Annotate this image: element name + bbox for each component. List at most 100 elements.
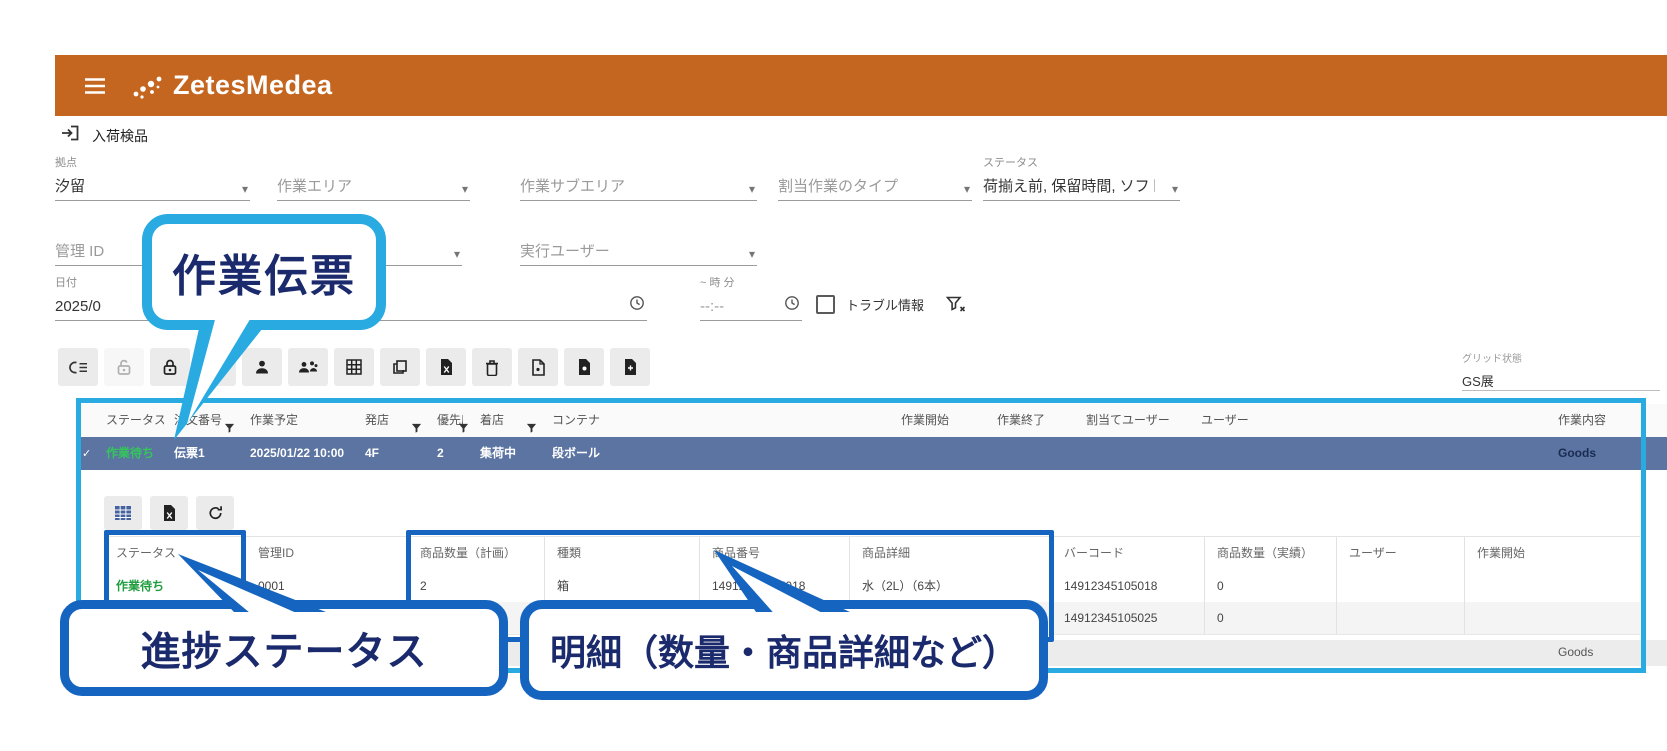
cell-origin: 4F — [355, 437, 427, 470]
users-button[interactable] — [288, 348, 328, 386]
col-destination[interactable]: 着店 — [470, 404, 542, 437]
chevron-down-icon — [749, 182, 755, 196]
filter-funnel-icon[interactable] — [411, 414, 422, 437]
trouble-info-checkbox[interactable] — [816, 295, 835, 314]
cell-work-end — [987, 437, 1076, 470]
user-button[interactable] — [242, 348, 282, 386]
unlock-button[interactable] — [104, 348, 144, 386]
detail-items-callout: 明細（数量・商品詳細など） — [520, 600, 1048, 700]
site-label: 拠点 — [55, 157, 250, 170]
col-user[interactable]: ユーザー — [1191, 404, 1548, 437]
col-priority[interactable]: 優先度 — [427, 404, 470, 437]
clock-icon[interactable] — [629, 295, 645, 316]
app-header: ZetesMedea — [55, 55, 1667, 116]
cell-admin-id: 0001 — [246, 570, 408, 602]
filter-funnel-icon[interactable] — [224, 414, 235, 437]
cell-container: 段ボール — [542, 437, 891, 470]
exec-user-select[interactable]: 実行ユーザー — [520, 222, 757, 266]
filter-funnel-icon[interactable] — [526, 414, 537, 437]
cell-work-start — [891, 437, 987, 470]
refresh-button[interactable] — [196, 496, 234, 530]
cell-kind: 箱 — [545, 570, 700, 602]
copy-button[interactable] — [380, 348, 420, 386]
chevron-down-icon — [964, 182, 970, 196]
file-excel-button[interactable] — [426, 348, 466, 386]
col-item-user[interactable]: ユーザー — [1337, 537, 1465, 571]
orders-toolbar — [58, 348, 650, 386]
clock-icon[interactable] — [784, 295, 800, 316]
exec-user-placeholder: 実行ユーザー — [520, 242, 757, 262]
col-work-start[interactable]: 作業開始 — [891, 404, 987, 437]
col-assigned-user[interactable]: 割当てユーザー — [1076, 404, 1191, 437]
cell-barcode: 14912345105025 — [1052, 602, 1205, 634]
col-scheduled[interactable]: 作業予定 — [240, 404, 355, 437]
filter-clear-icon[interactable] — [946, 296, 966, 313]
grid-state-label: グリッド状態 — [1462, 350, 1660, 365]
cell-status: 作業待ち — [100, 437, 164, 470]
col-item-status[interactable]: ステータス — [104, 537, 246, 571]
file-button[interactable] — [518, 348, 558, 386]
file-dark-button[interactable] — [564, 348, 604, 386]
status-select[interactable]: ステータス 荷揃え前, 保留時間, ソフト... — [983, 157, 1180, 201]
cell-user — [1191, 437, 1548, 470]
grid-state-select[interactable]: グリッド状態 GS展 — [1462, 350, 1660, 391]
time-range-input[interactable]: ~ 時 分 --:-- — [700, 277, 802, 321]
list-settings-button[interactable] — [58, 348, 98, 386]
work-subarea-select[interactable]: 作業サブエリア — [520, 157, 757, 201]
col-item-detail[interactable]: 商品詳細 — [850, 537, 1052, 571]
chevron-down-icon — [1172, 182, 1178, 196]
col-qty-planned[interactable]: 商品数量（計画） — [408, 537, 545, 571]
cell-assigned-user — [1076, 437, 1191, 470]
screen: ZetesMedea 入荷検品 拠点 汐留 作業エリア 作業サブエリア 割当作業… — [0, 0, 1667, 751]
chevron-down-icon — [749, 247, 755, 261]
cell-order-no: 伝票1 — [164, 437, 240, 470]
zetes-logo-icon — [129, 71, 165, 101]
grid-button[interactable] — [334, 348, 374, 386]
site-select[interactable]: 拠点 汐留 — [55, 157, 250, 201]
chevron-down-icon — [454, 247, 460, 261]
status-label: ステータス — [983, 157, 1180, 170]
grid-state-value: GS展 — [1462, 371, 1660, 390]
trouble-info-row: トラブル情報 — [816, 295, 966, 314]
site-value: 汐留 — [55, 177, 250, 197]
work-subarea-placeholder: 作業サブエリア — [520, 177, 757, 197]
work-area-select[interactable]: 作業エリア — [277, 157, 470, 201]
cell-item-detail: 水（2L）（6本） — [850, 570, 1052, 602]
col-work-content[interactable]: 作業内容 — [1548, 404, 1667, 437]
detail-items-callout-text: 明細（数量・商品詳細など） — [550, 624, 1018, 676]
cell-item-user — [1337, 570, 1465, 602]
col-status[interactable]: ステータス — [100, 404, 164, 437]
cell-item-work-start — [1465, 570, 1640, 602]
col-order-no[interactable]: 注文番号 — [164, 404, 240, 437]
item-row[interactable]: 作業待ち 0001 2 箱 14912345105018 水（2L）（6本） 1… — [104, 570, 1640, 603]
receiving-icon — [60, 124, 80, 147]
order-row-selected[interactable]: ✓ 作業待ち 伝票1 2025/01/22 10:00 4F 2 集荷中 段ボー… — [78, 437, 1667, 470]
cell-qty-planned: 2 — [408, 570, 545, 602]
filter-funnel-icon[interactable] — [458, 414, 469, 437]
cell-item-status: 作業待ち — [104, 570, 246, 602]
col-item-work-start[interactable]: 作業開始 — [1465, 537, 1640, 571]
chevron-down-icon — [462, 182, 468, 196]
col-container[interactable]: コンテナ — [542, 404, 891, 437]
col-origin[interactable]: 発店 — [355, 404, 427, 437]
col-barcode[interactable]: バーコード — [1052, 537, 1205, 571]
cell-item-work-start — [1465, 602, 1640, 634]
col-qty-actual[interactable]: 商品数量（実績） — [1205, 537, 1337, 571]
table-columns-button[interactable] — [104, 496, 142, 530]
lock-button[interactable] — [150, 348, 190, 386]
document-button[interactable] — [196, 348, 236, 386]
col-admin-id[interactable]: 管理ID — [246, 537, 408, 571]
col-kind[interactable]: 種類 — [545, 537, 700, 571]
file-save-button[interactable] — [610, 348, 650, 386]
items-table-header: ステータス 管理ID 商品数量（計画） 種類 商品番号 商品詳細 バーコード 商… — [104, 536, 1640, 572]
col-item-no[interactable]: 商品番号 — [700, 537, 850, 571]
trouble-info-label: トラブル情報 — [846, 295, 924, 314]
file-excel-button[interactable] — [150, 496, 188, 530]
hamburger-menu-icon[interactable] — [83, 77, 107, 95]
items-toolbar — [104, 496, 234, 530]
col-work-end[interactable]: 作業終了 — [987, 404, 1076, 437]
cell-scheduled: 2025/01/22 10:00 — [240, 437, 355, 470]
assigned-work-type-select[interactable]: 割当作業のタイプ — [778, 157, 972, 201]
trash-button[interactable] — [472, 348, 512, 386]
cell-work-content: Goods — [1558, 645, 1593, 659]
